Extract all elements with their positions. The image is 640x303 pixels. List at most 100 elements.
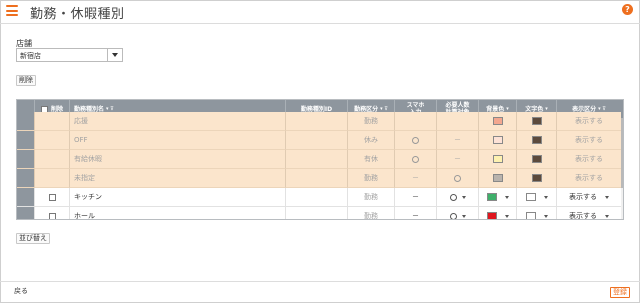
row-display-value: 表示する (569, 212, 597, 220)
row-category: 休み (348, 131, 395, 150)
row-delete-cell (35, 169, 70, 188)
row-bgcolor-select[interactable] (479, 188, 517, 207)
chevron-down-icon[interactable] (543, 195, 548, 199)
row-smartphone (395, 131, 437, 150)
row-gutter (17, 207, 35, 219)
row-delete-cell (35, 112, 70, 131)
row-bgcolor (479, 169, 517, 188)
row-gutter (17, 112, 35, 131)
row-textcolor (517, 150, 557, 169)
row-id (286, 169, 348, 188)
row-gutter (17, 150, 35, 169)
circle-icon (454, 174, 461, 182)
page-title: 勤務・休暇種別 (30, 7, 125, 22)
table-row: 有給休暇 有休 － 表示する (17, 150, 621, 169)
header-required-label-1: 必要人数 (445, 102, 470, 109)
textcolor-swatch (525, 193, 536, 201)
row-id (286, 150, 348, 169)
row-name[interactable]: キッチン (70, 188, 286, 207)
hamburger-menu-icon[interactable] (6, 5, 18, 16)
circle-icon (412, 136, 419, 144)
row-textcolor-select[interactable] (517, 188, 557, 207)
row-name: OFF (70, 131, 286, 150)
row-required (437, 112, 479, 131)
row-name-text: 未指定 (74, 174, 95, 182)
back-button[interactable]: 戻る (12, 287, 30, 298)
help-icon[interactable]: ? (622, 4, 633, 15)
row-textcolor (517, 112, 557, 131)
row-gutter (17, 169, 35, 188)
row-textcolor-select[interactable] (517, 207, 557, 219)
textcolor-swatch (525, 212, 536, 219)
table-row: 未指定 勤務 － 表示する (17, 169, 621, 188)
chevron-down-icon[interactable] (504, 214, 509, 218)
row-display: 表示する (557, 150, 621, 169)
row-id[interactable] (286, 188, 348, 207)
row-display: 表示する (557, 169, 621, 188)
chevron-down-icon[interactable] (605, 195, 609, 199)
row-name: 有給休暇 (70, 150, 286, 169)
footer-divider (0, 281, 640, 282)
row-textcolor (517, 131, 557, 150)
chevron-down-icon[interactable] (504, 195, 509, 199)
store-select-value: 新宿店 (20, 52, 41, 60)
row-smartphone: － (395, 188, 437, 207)
textcolor-swatch (531, 174, 542, 182)
row-id (286, 112, 348, 131)
row-bgcolor-select[interactable] (479, 207, 517, 219)
row-id (286, 131, 348, 150)
scrollbar-thumb[interactable] (621, 118, 623, 188)
row-gutter (17, 131, 35, 150)
table-row: キッチン 勤務 － 表示する (17, 188, 621, 207)
row-gutter (17, 188, 35, 207)
row-required-select[interactable] (437, 188, 479, 207)
chevron-down-icon[interactable] (543, 214, 548, 218)
row-id[interactable] (286, 207, 348, 219)
bgcolor-swatch (486, 193, 497, 201)
row-delete-checkbox[interactable] (48, 212, 56, 219)
bgcolor-swatch (492, 136, 503, 144)
row-delete-checkbox[interactable] (48, 193, 56, 201)
row-smartphone (395, 112, 437, 131)
row-name: 応援 (70, 112, 286, 131)
chevron-down-icon[interactable] (461, 195, 466, 199)
row-name: 未指定 (70, 169, 286, 188)
table-row: OFF 休み － 表示する (17, 131, 621, 150)
row-name-text: OFF (74, 136, 88, 144)
row-required (437, 169, 479, 188)
row-name[interactable]: ホール (70, 207, 286, 220)
row-required: － (437, 131, 479, 150)
row-required-select[interactable] (437, 207, 479, 219)
row-display-select[interactable]: 表示する (557, 188, 621, 207)
row-bgcolor (479, 112, 517, 131)
row-category: 勤務 (348, 169, 395, 188)
textcolor-swatch (531, 136, 542, 144)
header-smartphone-label-1: スマホ (406, 102, 425, 109)
row-delete-cell (35, 207, 70, 219)
row-category: 勤務 (348, 207, 395, 219)
register-button[interactable]: 登録 (610, 287, 630, 298)
table-row: 応援 勤務 表示する (17, 112, 621, 131)
row-category: 勤務 (348, 188, 395, 207)
chevron-down-icon[interactable] (605, 214, 609, 218)
table-scrollbar[interactable] (621, 118, 623, 219)
row-smartphone: － (395, 169, 437, 188)
row-name-text: ホール (74, 212, 95, 220)
store-select[interactable]: 新宿店 (16, 48, 123, 62)
delete-button[interactable]: 削除 (16, 75, 36, 86)
page-header: 勤務・休暇種別 ? (0, 0, 640, 24)
row-display-select[interactable]: 表示する (557, 207, 621, 220)
row-delete-cell (35, 188, 70, 207)
row-category: 勤務 (348, 112, 395, 131)
chevron-down-icon[interactable] (107, 49, 122, 61)
row-delete-cell (35, 150, 70, 169)
row-smartphone (395, 150, 437, 169)
row-name-text: 有給休暇 (74, 155, 102, 163)
bgcolor-swatch (492, 174, 503, 182)
textcolor-swatch (531, 117, 542, 125)
row-smartphone: － (395, 207, 437, 219)
row-display-value: 表示する (569, 193, 597, 201)
chevron-down-icon[interactable] (461, 214, 466, 218)
bgcolor-swatch (486, 212, 497, 219)
sort-button[interactable]: 並び替え (16, 233, 50, 244)
